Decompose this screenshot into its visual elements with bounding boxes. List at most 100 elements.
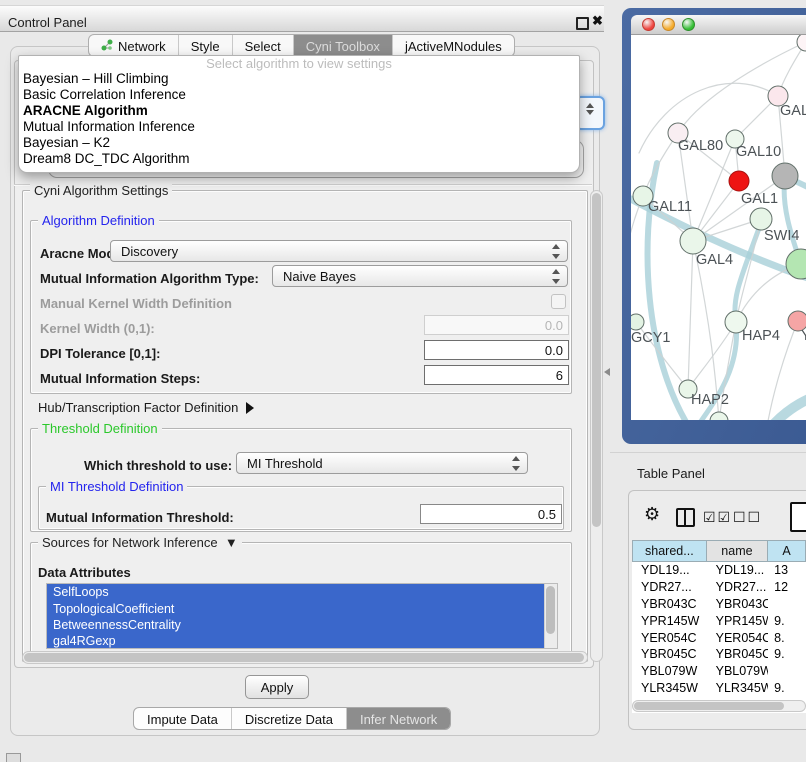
hub-definition-label: Hub/Transcription Factor Definition (38, 400, 238, 415)
control-panel-title: Control Panel (8, 15, 87, 30)
network-edge (771, 391, 806, 420)
split-columns-icon[interactable] (676, 508, 695, 527)
tab-label: Cyni Toolbox (306, 39, 380, 54)
network-node-14[interactable] (710, 412, 728, 420)
mi-threshold-definition-title: MI Threshold Definition (46, 479, 187, 494)
tab-impute-data[interactable]: Impute Data (134, 708, 232, 729)
tab-discretize-data[interactable]: Discretize Data (232, 708, 347, 729)
which-threshold-label: Which threshold to use: (84, 458, 232, 473)
manual-kernel-width-checkbox[interactable] (551, 294, 566, 309)
settings-horizontal-scrollbar[interactable] (22, 651, 588, 664)
float-window-icon[interactable] (576, 17, 589, 30)
table-horizontal-scrollbar[interactable] (632, 700, 806, 712)
table-row[interactable]: YLR345WYLR345W9. (632, 680, 806, 697)
document-icon[interactable] (790, 502, 806, 532)
column-header-a[interactable]: A (768, 540, 806, 562)
close-icon[interactable]: ✖ (592, 13, 603, 29)
manual-kernel-width-label: Manual Kernel Width Definition (40, 296, 232, 311)
network-node-label-gal: GAL (780, 103, 806, 119)
network-node-label-gcy1: GCY1 (631, 330, 671, 346)
table-cell: YBR045C (632, 646, 707, 663)
network-node-gal4[interactable] (680, 228, 706, 254)
tab-label: Select (245, 39, 281, 54)
table-row[interactable]: YDL19...YDL19...13 (632, 562, 806, 579)
table-row[interactable]: YBR043CYBR043C (632, 596, 806, 613)
algorithm-option-bayesian-k2[interactable]: Bayesian – K2 (19, 135, 579, 151)
panel-divider (610, 452, 806, 453)
control-panel-titlebar: Control Panel ✖ (0, 5, 604, 32)
table-row[interactable]: YPR145WYPR145W9. (632, 612, 806, 629)
algorithm-dropdown-popup: Select algorithm to view settings Bayesi… (18, 55, 580, 173)
attribute-item-gal4rgexp[interactable]: gal4RGexp (47, 633, 544, 649)
tab-style[interactable]: Style (179, 35, 233, 56)
tab-infer-network[interactable]: Infer Network (347, 708, 450, 729)
table-cell: YLR345W (707, 680, 769, 697)
tab-cyni-toolbox[interactable]: Cyni Toolbox (294, 35, 393, 56)
which-threshold-select[interactable]: MI Threshold (236, 452, 528, 474)
application-desktop: Control Panel ✖ Network Style Select Cyni T… (0, 0, 806, 762)
tab-jactivemnodules[interactable]: jActiveMNodules (393, 35, 514, 56)
unchecked-checkboxes-icon[interactable]: ☐☐ (733, 509, 762, 526)
table-cell: 9. (768, 612, 806, 629)
algorithm-option-dream8-dc-tdc-algorithm[interactable]: Dream8 DC_TDC Algorithm (19, 151, 579, 167)
hub-definition-expander[interactable]: Hub/Transcription Factor Definition (38, 400, 254, 415)
table-row[interactable]: YER054CYER054C8. (632, 629, 806, 646)
network-node-label-gal4: GAL4 (696, 252, 733, 268)
table-row[interactable]: YBR045CYBR045C9. (632, 646, 806, 663)
attribute-item-topologicalcoefficient[interactable]: TopologicalCoefficient (47, 600, 544, 616)
network-node-gcy1[interactable] (631, 314, 644, 330)
algorithm-option-bayesian-hill-climbing[interactable]: Bayesian – Hill Climbing (19, 71, 579, 87)
network-node-gal1[interactable] (750, 208, 772, 230)
dpi-tolerance-field[interactable]: 0.0 (424, 340, 569, 360)
control-panel-tabs: Network Style Select Cyni Toolbox jActiveMNo… (88, 34, 515, 57)
network-node-0[interactable] (797, 35, 806, 51)
stepper-up-icon (586, 103, 594, 108)
close-light[interactable] (642, 18, 655, 31)
mi-algorithm-type-select[interactable]: Naive Bayes (272, 265, 568, 287)
column-header-name[interactable]: name (707, 540, 768, 562)
combo-stepper-icon (511, 456, 521, 471)
table-cell: YDR27... (707, 579, 769, 596)
table-row[interactable]: YBL079WYBL079W (632, 663, 806, 680)
minimize-light[interactable] (662, 18, 675, 31)
tab-select[interactable]: Select (233, 35, 294, 56)
table-cell (768, 596, 806, 613)
kernel-width-field[interactable]: 0.0 (424, 315, 569, 335)
tab-label: Style (191, 39, 220, 54)
minimized-panel-icon[interactable] (6, 753, 21, 762)
column-header-shared[interactable]: shared... (632, 540, 707, 562)
split-pane-collapse-icon[interactable] (604, 368, 610, 376)
network-edge (678, 42, 806, 133)
tab-network[interactable]: Network (89, 35, 179, 56)
network-graph-icon (101, 39, 113, 54)
attributes-list-scrollbar[interactable] (544, 584, 557, 648)
network-node-5[interactable] (772, 163, 798, 189)
apply-button[interactable]: Apply (245, 675, 309, 699)
algorithm-option-aracne-algorithm[interactable]: ARACNE Algorithm (19, 103, 579, 119)
attribute-item-betweennesscentrality[interactable]: BetweennessCentrality (47, 617, 544, 633)
sources-group-title[interactable]: Sources for Network Inference ▼ (38, 535, 242, 550)
table-cell: YLR345W (632, 680, 707, 697)
algorithm-option-basic-correlation-inference[interactable]: Basic Correlation Inference (19, 87, 579, 103)
cyni-bottom-tabs: Impute DataDiscretize DataInfer Network (133, 707, 451, 730)
network-node-4[interactable] (729, 171, 749, 191)
combo-stepper-icon (551, 244, 561, 259)
gear-icon[interactable]: ⚙ (644, 505, 660, 523)
data-attributes-list[interactable]: SelfLoopsTopologicalCoefficientBetweenne… (46, 583, 558, 649)
network-node-label-gal10: GAL10 (736, 144, 781, 160)
settings-vertical-scrollbar[interactable] (590, 190, 603, 662)
mi-threshold-field[interactable]: 0.5 (420, 504, 562, 524)
table-cell: YBR043C (707, 596, 769, 613)
attribute-item-selfloops[interactable]: SelfLoops (47, 584, 544, 600)
checked-checkboxes-icon[interactable]: ☑☑ (703, 509, 732, 526)
table-row[interactable]: YDR27...YDR27...12 (632, 579, 806, 596)
mi-steps-field[interactable]: 6 (424, 365, 569, 385)
tab-label: jActiveMNodules (405, 39, 502, 54)
aracne-mode-select[interactable]: Discovery (110, 240, 568, 262)
table-cell: YER054C (707, 629, 769, 646)
network-view-canvas[interactable]: GALGAL80GAL10GAL1GAL11GAL4SWI4GCY1HAP4YH… (631, 35, 806, 420)
zoom-light[interactable] (682, 18, 695, 31)
algorithm-option-mutual-information-inference[interactable]: Mutual Information Inference (19, 119, 579, 135)
table-cell: YBR045C (707, 646, 769, 663)
network-window-titlebar[interactable] (631, 15, 806, 35)
